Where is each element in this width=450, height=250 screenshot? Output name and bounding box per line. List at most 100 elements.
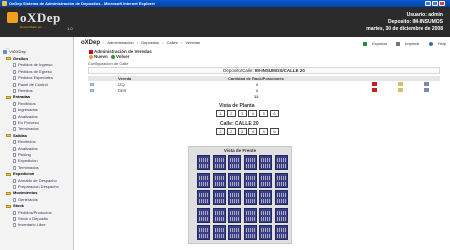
rack-cell[interactable] [243,207,257,223]
sidebar-item[interactable]: Picking [13,152,31,157]
print-link[interactable]: Imprimir [392,41,420,46]
rack-cell[interactable] [259,172,272,188]
cell-total: 12 [254,94,259,99]
frente-title: Vista de Frente [223,148,257,153]
rack-cell[interactable] [228,225,241,240]
rack-cell[interactable] [243,225,257,240]
sidebar-section-salidas[interactable]: Salidas [6,133,27,138]
sidebar-item[interactable]: Ingresados [13,107,38,112]
minimize-button[interactable] [425,1,431,6]
sidebar-item[interactable]: Preparacion Despacho [13,184,59,189]
rack-cell[interactable] [212,190,226,205]
rack-cell[interactable] [197,190,210,205]
sidebar-item[interactable]: Armado de Despacho [13,178,57,183]
page-icon [13,108,16,113]
sidebar-item[interactable]: Pedidos Especiales [13,75,53,80]
sidebar-item[interactable]: Panel de Control [13,82,48,87]
rack-cell[interactable] [212,172,226,188]
sidebar-section-entradas[interactable]: Entradas [6,94,30,99]
position-box[interactable]: 5 [259,110,269,117]
rack-cell[interactable] [259,155,272,170]
rack-cell[interactable] [259,190,272,205]
position-box[interactable]: 5 [259,128,269,135]
rack-cell[interactable] [212,207,226,223]
rack-cell[interactable] [212,225,226,240]
delete-icon[interactable] [372,88,377,92]
top-links: Exportar Imprimir Help [355,41,446,46]
rack-cell[interactable] [212,155,226,170]
position-box[interactable]: 3 [237,128,247,135]
sidebar-item[interactable]: Recibidos [13,139,36,144]
sidebar-item[interactable]: Stock x Deposito [13,216,48,221]
back-button[interactable]: Volver [111,54,129,59]
maximize-button[interactable] [432,1,438,6]
rack-cell[interactable] [274,155,288,170]
close-button[interactable] [439,1,445,6]
sidebar-item-label: Pedidos Especiales [18,75,53,81]
sidebar-section-stock[interactable]: Stock [6,203,24,208]
sidebar-item[interactable]: Inventario Libre [13,222,46,227]
position-box[interactable]: 6 [270,128,279,135]
sidebar-item[interactable]: Pedidos de Ingreso [13,62,52,67]
position-box[interactable]: 2 [226,128,236,135]
position-box[interactable]: 2 [226,110,236,117]
sidebar-item[interactable]: Pedidos/Productos [13,210,52,215]
rack-cell[interactable] [197,172,210,188]
folder-icon [6,134,11,138]
rack-cell[interactable] [228,155,241,170]
sidebar-item-label: Panel de Control [18,81,48,87]
breadcrumb-item-administracion[interactable]: Administracion [107,40,133,45]
sidebar-item[interactable]: Recibidos [13,101,36,106]
rack-cell[interactable] [274,172,288,188]
sidebar-root[interactable]: VIOXDep [3,49,26,54]
sidebar-item[interactable]: Remitos [13,88,33,93]
rack-cell[interactable] [197,225,210,240]
position-box[interactable]: 6 [270,110,279,117]
page-icon [13,210,16,215]
config-icon[interactable] [424,88,429,92]
position-box[interactable]: 1 [216,128,225,135]
new-button[interactable]: Nuevo [89,54,108,59]
rack-cell[interactable] [228,172,241,188]
position-box[interactable]: 1 [216,110,225,117]
sidebar-section-gestion[interactable]: Gestion [6,56,28,61]
position-box[interactable]: 3 [237,110,247,117]
sidebar-item[interactable]: Terminados [13,165,39,170]
breadcrumb-item-depositos[interactable]: Depositos [141,40,159,45]
rack-cell[interactable] [274,190,288,205]
sidebar-item[interactable]: Expedicion [13,158,38,163]
breadcrumb-separator: › [180,40,183,45]
sidebar-item[interactable]: Analizados [13,146,38,151]
rack-cell[interactable] [197,155,210,170]
position-box[interactable]: 4 [248,128,258,135]
rack-cell[interactable] [259,207,272,223]
sidebar: ... VIOXDep Gestion Pedidos de Ingreso Ped… [0,37,74,250]
help-link[interactable]: Help [425,41,446,46]
sidebar-item[interactable]: Terminados [13,126,39,131]
breadcrumb-item-calles[interactable]: Calles [167,40,178,45]
sidebar-item[interactable]: En Proceso [13,120,39,125]
rack-cell[interactable] [228,190,241,205]
rack-cell[interactable] [259,225,272,240]
edit-icon[interactable] [398,88,403,92]
rack-cell[interactable] [243,190,257,205]
breadcrumb-brand[interactable]: oXDep [81,40,100,46]
edit-icon[interactable] [398,82,403,86]
config-icon[interactable] [424,82,429,86]
sidebar-section-movimientos[interactable]: Movimientos [6,190,37,195]
rack-cell[interactable] [243,155,257,170]
sidebar-section-expedicion[interactable]: Expedicion [6,171,34,176]
rack-cell[interactable] [197,207,210,223]
rack-cell[interactable] [274,225,288,240]
delete-icon[interactable] [372,82,377,86]
sidebar-item[interactable]: Analizados [13,114,38,119]
table-total-row: 12 [88,94,440,99]
sidebar-item[interactable]: Pedidos de Egreso [13,69,52,74]
rack-cell[interactable] [228,207,241,223]
breadcrumb-item-veredas[interactable]: Veredas [185,40,200,45]
sidebar-item[interactable]: Generados [13,197,38,202]
rack-cell[interactable] [243,172,257,188]
rack-cell[interactable] [274,207,288,223]
export-link[interactable]: Exportar [359,41,387,46]
position-box[interactable]: 4 [248,110,258,117]
